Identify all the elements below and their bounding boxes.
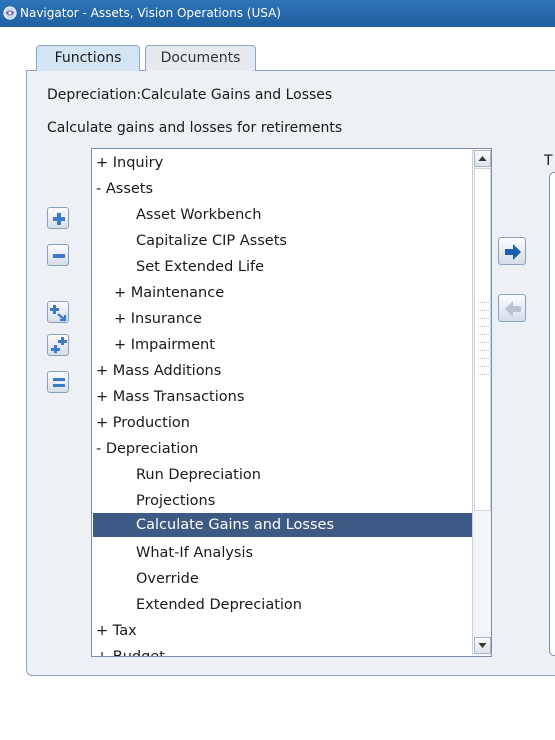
tab-functions-label: Functions [54, 50, 122, 66]
tree-item-mass-transactions[interactable]: + Mass Transactions [93, 385, 472, 409]
tree-item-maintenance[interactable]: + Maintenance [93, 281, 490, 305]
window-title-bar: Navigator - Assets, Vision Operations (U… [0, 0, 555, 27]
tree-item-tax[interactable]: + Tax [93, 619, 472, 643]
tree-item-capitalize-cip-assets[interactable]: Capitalize CIP Assets [93, 229, 491, 253]
expand-all-button[interactable] [47, 334, 69, 356]
tab-documents-label: Documents [160, 50, 241, 66]
collapse-all-button[interactable] [47, 371, 69, 393]
scroll-thumb[interactable] [474, 168, 491, 511]
tree-item-extended-depreciation[interactable]: Extended Depreciation [93, 593, 491, 617]
scroll-down-button[interactable] [474, 637, 491, 654]
expand-button[interactable] [47, 207, 69, 229]
tree-item-impairment[interactable]: + Impairment [93, 333, 490, 357]
tree-item-assets[interactable]: - Assets [93, 177, 472, 201]
function-description: Calculate gains and losses for retiremen… [47, 120, 343, 136]
tree-item-budget[interactable]: + Budget [93, 645, 472, 656]
collapse-button[interactable] [47, 244, 69, 266]
expand-all-icon [51, 337, 67, 353]
tab-functions[interactable]: Functions [36, 45, 140, 71]
expand-plus-icon [53, 213, 65, 225]
expand-branch-icon [50, 305, 67, 322]
add-to-top-ten-button[interactable] [498, 237, 526, 265]
collapse-minus-icon [53, 254, 65, 258]
tree-item-set-extended-life[interactable]: Set Extended Life [93, 255, 491, 279]
tree-item-inquiry[interactable]: + Inquiry [93, 151, 472, 175]
expand-branch-button[interactable] [47, 301, 69, 323]
tab-documents[interactable]: Documents [145, 45, 256, 71]
top-ten-list[interactable] [549, 172, 555, 656]
tree-item-override[interactable]: Override [93, 567, 491, 591]
scroll-track[interactable] [473, 168, 491, 637]
tree-item-calculate-gains-and-losses[interactable]: Calculate Gains and Losses [93, 513, 491, 537]
tree-scrollbar[interactable] [472, 150, 491, 655]
tree-item-insurance[interactable]: + Insurance [93, 307, 490, 331]
tree-item-asset-workbench[interactable]: Asset Workbench [93, 203, 491, 227]
function-name: Depreciation:Calculate Gains and Losses [47, 87, 333, 103]
tree-item-mass-additions[interactable]: + Mass Additions [93, 359, 472, 383]
tree-item-what-if-analysis[interactable]: What-If Analysis [93, 541, 491, 565]
tree-item-projections[interactable]: Projections [93, 489, 491, 513]
collapse-all-icon [53, 378, 65, 387]
arrow-down-icon [478, 643, 487, 648]
remove-from-top-ten-button[interactable] [498, 294, 526, 322]
remove-from-top-ten-arrow-icon [505, 301, 521, 317]
add-to-top-ten-arrow-icon [505, 244, 521, 260]
app-icon [3, 6, 17, 20]
top-ten-label: T [544, 153, 553, 169]
tree-item-production[interactable]: + Production [93, 411, 472, 435]
tree-item-run-depreciation[interactable]: Run Depreciation [93, 463, 491, 487]
function-tree[interactable]: + Inquiry - Assets Asset Workbench Capit… [91, 148, 492, 657]
window-title: Navigator - Assets, Vision Operations (U… [20, 6, 281, 20]
tree-item-depreciation[interactable]: - Depreciation [93, 437, 472, 461]
arrow-up-icon [478, 156, 487, 161]
scroll-up-button[interactable] [474, 150, 491, 167]
